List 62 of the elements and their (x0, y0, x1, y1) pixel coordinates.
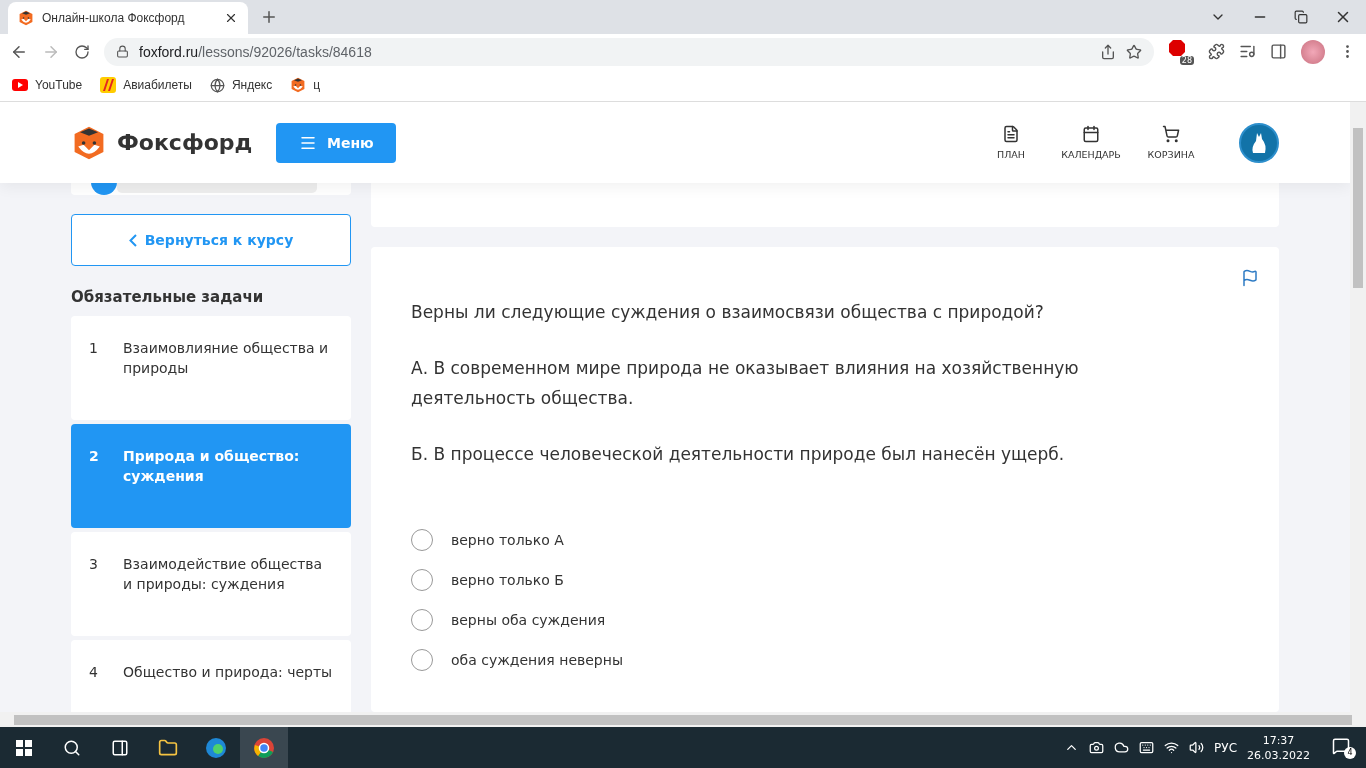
brand-name[interactable]: Фоксфорд (117, 130, 253, 155)
stripes-icon (100, 77, 117, 93)
task-view-icon[interactable] (111, 738, 129, 757)
question-text: Верны ли следующие суждения о взаимосвязи общества с природой? (411, 301, 1045, 324)
vertical-scrollbar[interactable] (1350, 102, 1366, 712)
edge-icon[interactable] (205, 736, 227, 759)
new-tab-icon[interactable] (260, 8, 278, 26)
profile-avatar[interactable] (1301, 39, 1325, 64)
folder-icon[interactable] (158, 737, 178, 758)
answer-option[interactable]: верны оба суждения (411, 609, 1259, 631)
extension-badge: 28 (1179, 55, 1194, 65)
bookmark[interactable]: Яндекс (209, 77, 273, 93)
share-icon[interactable] (1100, 43, 1116, 60)
answer-option[interactable]: верно только А (411, 529, 1259, 551)
document-icon (1002, 125, 1020, 143)
nav-link[interactable]: ПЛАН (975, 125, 1047, 160)
chrome-icon[interactable] (253, 736, 275, 759)
section-title: Обязательные задачи (71, 288, 265, 306)
bookmark[interactable]: ц (290, 77, 321, 93)
task-item[interactable]: 1 Взаимовлияние общества и природы (71, 316, 351, 420)
bookmark[interactable]: Авиабилеты (100, 77, 192, 93)
puzzle-icon[interactable] (1208, 43, 1225, 60)
clock[interactable]: 17:37 26.03.2022 (1247, 732, 1310, 763)
video-play-icon (12, 79, 28, 91)
task-item[interactable]: 4 Общество и природа: черты (71, 640, 351, 712)
cart-icon (1162, 125, 1180, 143)
camera-icon[interactable] (1089, 740, 1105, 755)
horizontal-scrollbar[interactable] (0, 712, 1366, 727)
fox-icon (290, 77, 307, 93)
search-icon[interactable] (63, 738, 81, 757)
task-item[interactable]: 3 Взаимодействие общества и природы: суждения (71, 532, 351, 636)
media-icon[interactable] (1239, 43, 1256, 60)
side-panel-icon[interactable] (1270, 43, 1287, 60)
nav-link[interactable]: КОРЗИНА (1135, 125, 1207, 160)
restore-icon[interactable] (1294, 10, 1308, 24)
address-bar[interactable]: foxford.ru/lessons/92026/tasks/84618 (104, 37, 1154, 66)
question-text: Б. В процессе человеческой деятельности природе был нанесён ущерб. (411, 443, 1066, 466)
flag-icon[interactable] (1241, 269, 1259, 287)
lock-icon (116, 45, 129, 58)
user-avatar[interactable] (1239, 122, 1279, 163)
chevron-left-icon (128, 233, 137, 247)
answer-option[interactable]: оба суждения неверны (411, 649, 1259, 671)
speaker-icon[interactable] (1189, 740, 1205, 755)
extension-button[interactable]: 28 (1168, 38, 1194, 65)
tab-title: Онлайн-школа Фоксфорд (42, 11, 186, 25)
language-indicator[interactable]: РУС (1214, 740, 1237, 755)
url-text: foxford.ru/lessons/92026/tasks/84618 (139, 43, 373, 60)
fox-icon (18, 10, 34, 26)
cloud-icon[interactable] (1114, 740, 1130, 755)
star-icon[interactable] (1126, 43, 1142, 60)
calendar-icon (1082, 125, 1100, 143)
reload-icon[interactable] (74, 43, 90, 60)
question-text: А. В современном мире природа не оказывает влияния на хозяйственную деятельность общества. (411, 357, 1080, 410)
bookmark[interactable]: YouTube (12, 78, 83, 92)
wifi-icon[interactable] (1164, 740, 1180, 755)
answer-option[interactable]: верно только Б (411, 569, 1259, 591)
close-icon[interactable] (224, 11, 238, 25)
windows-icon[interactable] (16, 739, 32, 756)
keyboard-icon[interactable] (1139, 740, 1155, 755)
globe-icon (209, 77, 225, 93)
nav-link[interactable]: КАЛЕНДАРЬ (1055, 125, 1127, 160)
browser-tab[interactable]: Онлайн-школа Фоксфорд (8, 2, 248, 34)
